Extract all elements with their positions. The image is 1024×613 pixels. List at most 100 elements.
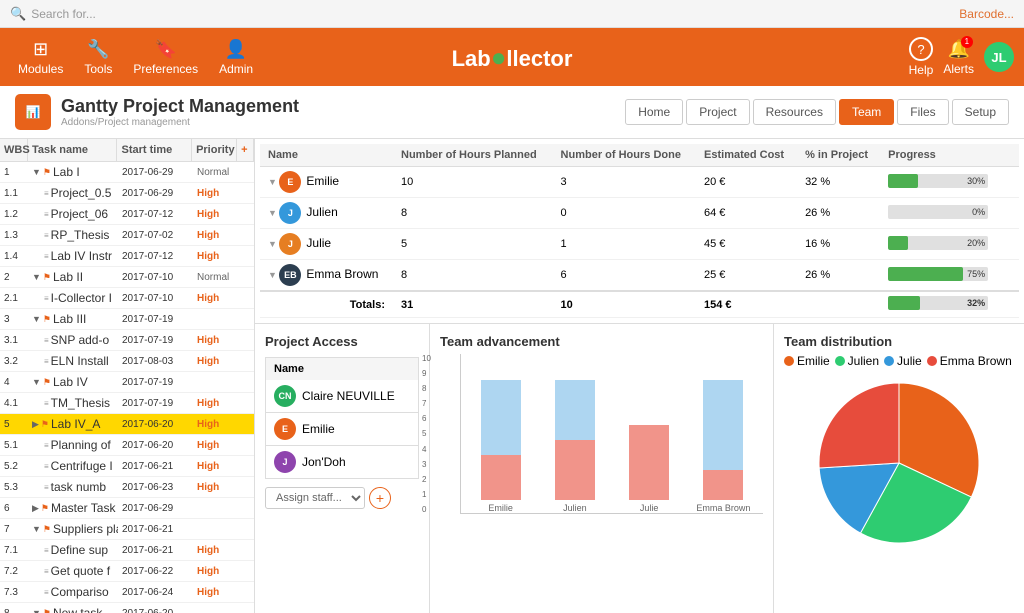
wbs-cell: 5.3	[0, 479, 28, 496]
preferences-nav-item[interactable]: 🔖 Preferences	[125, 35, 206, 80]
priority-cell: High	[193, 563, 238, 580]
task-name-text: Define sup	[51, 543, 108, 557]
legend-label: Emilie	[797, 354, 830, 368]
legend-dot	[835, 356, 845, 366]
chart-wrapper: 10 9 8 7 6 5 4 3 2 1 0 EmilieJulienJulie…	[440, 354, 763, 514]
modules-nav-item[interactable]: ⊞ Modules	[10, 35, 71, 80]
task-name-cell: ≡ Planning of	[28, 435, 118, 455]
bar-chart: EmilieJulienJulieEmma Brown	[460, 354, 763, 514]
bar-segment-0	[481, 455, 521, 500]
task-name-cell: ▼ ⚑ Suppliers pla	[28, 519, 118, 539]
task-row[interactable]: 1.2≡ Project_062017-07-12High	[0, 204, 254, 225]
project-access-panel: Project Access Name CNClaire NEUVILLEEEm…	[255, 324, 430, 613]
task-row[interactable]: 4▼ ⚑ Lab IV2017-07-19	[0, 372, 254, 393]
tab-team[interactable]: Team	[839, 99, 894, 125]
priority-cell	[193, 316, 238, 322]
task-row[interactable]: 4.1≡ TM_Thesis2017-07-19High	[0, 393, 254, 414]
assign-staff-select[interactable]: Assign staff...	[265, 487, 365, 509]
y-label-8: 8	[422, 384, 431, 393]
wbs-header: WBS	[0, 139, 28, 161]
task-row[interactable]: 3.1≡ SNP add-o2017-07-19High	[0, 330, 254, 351]
tab-files[interactable]: Files	[897, 99, 948, 125]
member-avatar: J	[279, 233, 301, 255]
tab-home[interactable]: Home	[625, 99, 683, 125]
task-panel: WBS Task name Start time Priority + 1▼ ⚑…	[0, 139, 255, 613]
task-type-icon: ≡	[44, 210, 49, 219]
task-row[interactable]: 7.3≡ Compariso2017-06-24High	[0, 582, 254, 603]
row-expand-arrow[interactable]: ▼	[268, 208, 279, 218]
row-expand-arrow[interactable]: ▼	[268, 177, 279, 187]
search-input-placeholder[interactable]: Search for...	[31, 7, 96, 21]
tab-setup[interactable]: Setup	[952, 99, 1009, 125]
progress-bar-label: 30%	[967, 176, 985, 186]
help-nav-item[interactable]: ? Help	[909, 37, 934, 77]
expand-arrow[interactable]: ▼	[32, 377, 41, 387]
task-row[interactable]: 5▶ ⚑ Lab IV_A2017-06-20High	[0, 414, 254, 435]
extra-cell	[1002, 229, 1019, 260]
legend-item: Emilie	[784, 354, 830, 368]
tab-project[interactable]: Project	[686, 99, 749, 125]
wbs-cell: 7	[0, 521, 28, 538]
task-name-cell: ≡ Define sup	[28, 540, 118, 560]
row-expand-arrow[interactable]: ▼	[268, 239, 279, 249]
expand-arrow[interactable]: ▼	[32, 272, 41, 282]
tab-resources[interactable]: Resources	[753, 99, 836, 125]
page-title: Gantty Project Management	[61, 96, 299, 117]
expand-arrow[interactable]: ▼	[32, 608, 41, 613]
bar-segment-1	[555, 380, 595, 440]
priority-cell: High	[193, 353, 238, 370]
expand-arrow[interactable]: ▶	[32, 419, 39, 430]
task-row[interactable]: 5.3≡ task numb2017-06-23High	[0, 477, 254, 498]
priority-cell	[193, 526, 238, 532]
task-row[interactable]: 3▼ ⚑ Lab III2017-07-19	[0, 309, 254, 330]
assign-dropdown: Assign staff... +	[265, 487, 419, 509]
task-name-text: I-Collector I	[51, 291, 112, 305]
alerts-nav-item[interactable]: 🔔1 Alerts	[943, 39, 974, 76]
task-name-cell: ≡ Project_06	[28, 204, 118, 224]
task-row[interactable]: 2▼ ⚑ Lab II2017-07-10Normal	[0, 267, 254, 288]
member-name: Emilie	[306, 174, 339, 188]
expand-arrow[interactable]: ▼	[32, 167, 41, 177]
task-row[interactable]: 1.4≡ Lab IV Instr2017-07-12High	[0, 246, 254, 267]
user-avatar[interactable]: JL	[984, 42, 1014, 72]
task-name-text: TM_Thesis	[51, 396, 110, 410]
group-icon: ⚑	[41, 419, 49, 430]
task-row[interactable]: 7▼ ⚑ Suppliers pla2017-06-21	[0, 519, 254, 540]
task-row[interactable]: 7.2≡ Get quote f2017-06-22High	[0, 561, 254, 582]
task-name-cell: ≡ SNP add-o	[28, 330, 118, 350]
pie-slice-emma-brown	[819, 383, 899, 468]
wbs-cell: 1.1	[0, 185, 28, 202]
task-row[interactable]: 6▶ ⚑ Master Task2017-06-29	[0, 498, 254, 519]
team-distribution-title: Team distribution	[784, 334, 1014, 349]
access-member: E Emilie	[265, 413, 419, 446]
progress-bar-bg: 0%	[888, 205, 988, 219]
task-row[interactable]: 3.2≡ ELN Install2017-08-03High	[0, 351, 254, 372]
tools-label: Tools	[84, 62, 112, 76]
access-member-avatar: E	[274, 418, 296, 440]
tools-nav-item[interactable]: 🔧 Tools	[76, 35, 120, 80]
task-row[interactable]: 1.1≡ Project_0.52017-06-29High	[0, 183, 254, 204]
row-expand-arrow[interactable]: ▼	[268, 270, 279, 280]
progress-bar-label: 0%	[972, 207, 985, 217]
team-col-cost: Estimated Cost	[696, 144, 797, 167]
expand-arrow[interactable]: ▼	[32, 314, 41, 324]
progress-bar-label: 20%	[967, 238, 985, 248]
task-row[interactable]: 1.3≡ RP_Thesis2017-07-02High	[0, 225, 254, 246]
hours-planned-cell: 8	[393, 198, 553, 229]
add-staff-button[interactable]: +	[369, 487, 391, 509]
expand-arrow[interactable]: ▼	[32, 524, 41, 534]
priority-cell: High	[193, 227, 238, 244]
wbs-cell: 4.1	[0, 395, 28, 412]
task-row[interactable]: 2.1≡ I-Collector I2017-07-10High	[0, 288, 254, 309]
task-name-cell: ≡ TM_Thesis	[28, 393, 118, 413]
start-time-header: Start time	[117, 139, 192, 161]
task-row[interactable]: 5.2≡ Centrifuge I2017-06-21High	[0, 456, 254, 477]
task-name-text: SNP add-o	[51, 333, 109, 347]
expand-arrow[interactable]: ▶	[32, 503, 39, 514]
task-row[interactable]: 1▼ ⚑ Lab I2017-06-29Normal	[0, 162, 254, 183]
task-row[interactable]: 5.1≡ Planning of2017-06-20High	[0, 435, 254, 456]
add-column-header[interactable]: +	[237, 139, 254, 161]
access-member-name: Emilie	[302, 422, 335, 436]
task-row[interactable]: 7.1≡ Define sup2017-06-21High	[0, 540, 254, 561]
admin-nav-item[interactable]: 👤 Admin	[211, 35, 261, 80]
